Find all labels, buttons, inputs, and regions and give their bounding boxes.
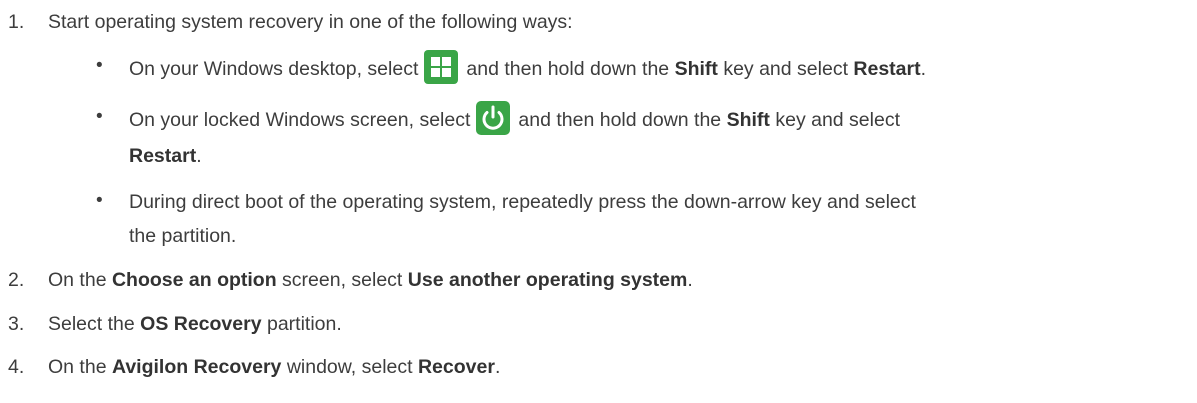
bullet-text-pre: On your Windows desktop, select (129, 58, 419, 80)
key-shift: Shift (674, 58, 718, 80)
partition-os-recovery: OS Recovery (140, 313, 262, 335)
period: . (494, 356, 501, 378)
period: . (687, 269, 693, 291)
step-text-mid: window, select (286, 356, 413, 378)
period: . (196, 145, 202, 167)
step-text: Select the OS Recovery partition. (48, 313, 342, 336)
step-text-pre: Select the (48, 313, 135, 335)
option-use-another-os: Use another operating system (407, 269, 688, 291)
screen-choose-an-option: Choose an option (111, 269, 277, 291)
option-restart: Restart (129, 145, 197, 167)
bullet-dot: • (96, 190, 103, 211)
bullet-text: During direct boot of the operating syst… (129, 191, 916, 213)
bullet-text-mid: and then hold down the (518, 109, 722, 131)
windows-logo-icon (424, 49, 459, 84)
step-text: Start operating system recovery in one o… (48, 11, 573, 33)
option-recover: Recover (417, 356, 495, 378)
bullet-text-line2: Restart. (129, 138, 202, 174)
step-number: 1. (8, 11, 25, 33)
bullet-dot: • (96, 55, 103, 76)
step-text: On the Choose an option screen, select U… (48, 269, 693, 292)
bullet-text: On your locked Windows screen, select and… (129, 100, 900, 138)
bullet-text-mid2: key and select (723, 58, 848, 80)
step-text-pre: On the (48, 356, 107, 378)
step-text-pre: On the (48, 269, 107, 291)
power-icon (476, 100, 511, 135)
bullet-text-mid2: key and select (775, 109, 900, 131)
window-avigilon-recovery: Avigilon Recovery (111, 356, 282, 378)
bullet-text-line2: the partition. (129, 225, 237, 247)
step-text-mid: screen, select (282, 269, 403, 291)
key-shift: Shift (726, 109, 770, 131)
bullet-text: On your Windows desktop, select and then … (129, 49, 927, 87)
step-number: 4. (8, 356, 25, 378)
bullet-dot: • (96, 106, 103, 127)
step-text-end: partition. (266, 313, 342, 335)
step-number: 2. (8, 269, 25, 291)
option-restart: Restart (853, 58, 921, 80)
bullet-text-mid: and then hold down the (466, 58, 670, 80)
bullet-text-pre: On your locked Windows screen, select (129, 109, 471, 131)
step-text: On the Avigilon Recovery window, select … (48, 356, 500, 379)
step-number: 3. (8, 313, 25, 335)
period: . (920, 58, 927, 80)
instructions-document: 1. Start operating system recovery in on… (0, 0, 1197, 403)
